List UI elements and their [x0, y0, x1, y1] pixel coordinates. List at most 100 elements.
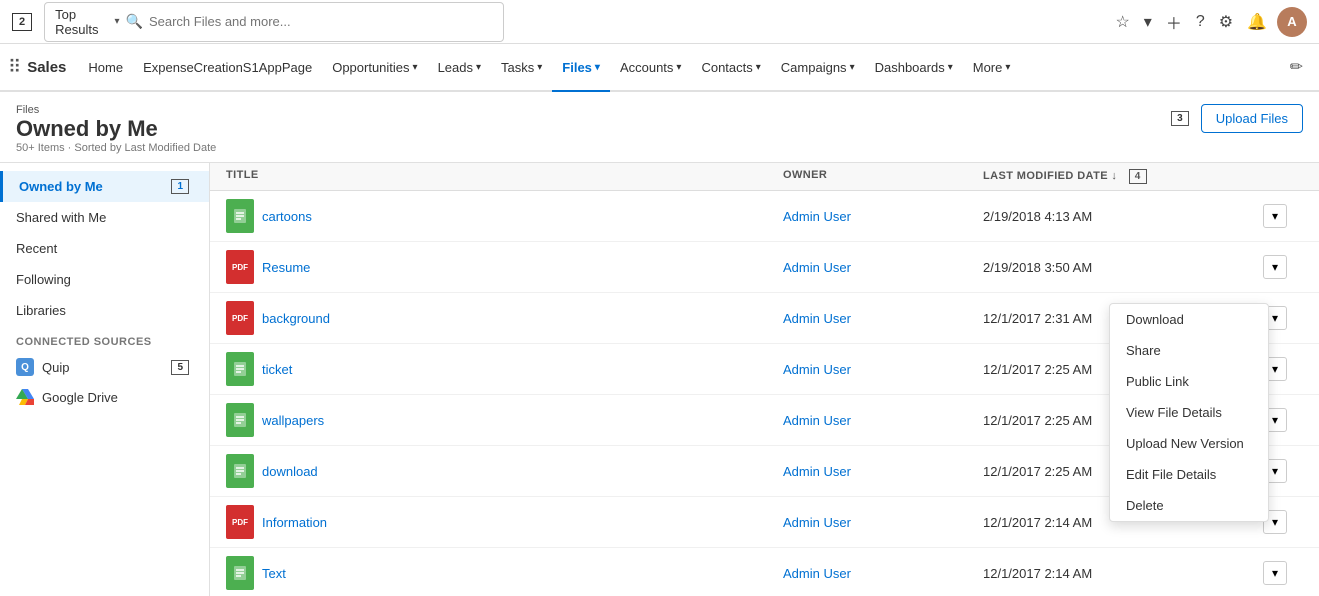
col-title: TITLE — [226, 169, 783, 184]
nav-home[interactable]: Home — [78, 44, 133, 92]
context-menu-item[interactable]: Upload New Version — [1110, 428, 1268, 459]
nav-edit-icon[interactable]: ✏ — [1282, 57, 1311, 77]
col-owner: OWNER — [783, 169, 983, 184]
file-icon: PDF — [226, 301, 254, 335]
sidebar-item-following[interactable]: Following — [0, 264, 209, 295]
step-badge-2: 2 — [12, 13, 32, 31]
page-subtitle: 50+ Items · Sorted by Last Modified Date — [16, 142, 216, 154]
step-badge-3: 3 — [1171, 111, 1189, 126]
file-link[interactable]: download — [262, 464, 318, 479]
context-menu-item[interactable]: View File Details — [1110, 397, 1268, 428]
nav-tasks[interactable]: Tasks ▾ — [491, 44, 552, 92]
favorites-dropdown[interactable]: ▾ — [1140, 8, 1156, 36]
owner-link[interactable]: Admin User — [783, 260, 851, 275]
row-action-cell: ▾ — [1263, 510, 1303, 534]
step-badge-1: 1 — [171, 179, 189, 194]
row-action-cell: ▾ — [1263, 459, 1303, 483]
owner-link[interactable]: Admin User — [783, 515, 851, 530]
sidebar-item-libraries[interactable]: Libraries — [0, 295, 209, 326]
notifications-icon[interactable]: 🔔 — [1243, 8, 1271, 36]
upload-files-button[interactable]: Upload Files — [1201, 104, 1303, 133]
search-input[interactable] — [149, 14, 493, 29]
nav-leads[interactable]: Leads ▾ — [428, 44, 491, 92]
top-results-caret[interactable]: ▾ — [115, 16, 120, 27]
file-link[interactable]: Information — [262, 515, 327, 530]
app-name: Sales — [27, 59, 66, 76]
sidebar-source-gdrive[interactable]: Google Drive — [0, 382, 209, 412]
file-link[interactable]: wallpapers — [262, 413, 324, 428]
owner-cell: Admin User — [783, 515, 983, 530]
file-link[interactable]: Resume — [262, 260, 310, 275]
avatar[interactable]: A — [1277, 7, 1307, 37]
row-action-cell: ▾ — [1263, 561, 1303, 585]
file-link[interactable]: cartoons — [262, 209, 312, 224]
row-action-button[interactable]: ▾ — [1263, 561, 1287, 585]
nav-more[interactable]: More ▾ — [963, 44, 1021, 92]
favorites-icon[interactable]: ☆ — [1111, 8, 1133, 36]
owner-link[interactable]: Admin User — [783, 413, 851, 428]
file-name-cell: Text — [226, 556, 783, 590]
date-cell: 2/19/2018 4:13 AM — [983, 209, 1263, 224]
row-action-cell: ▾ — [1263, 357, 1303, 381]
owner-cell: Admin User — [783, 260, 983, 275]
owner-cell: Admin User — [783, 413, 983, 428]
owner-cell: Admin User — [783, 464, 983, 479]
nav-leads-caret: ▾ — [476, 62, 481, 73]
sort-icon[interactable]: ↓ — [1111, 170, 1117, 182]
row-action-cell: ▾ — [1263, 255, 1303, 279]
owner-link[interactable]: Admin User — [783, 362, 851, 377]
nav-tasks-caret: ▾ — [537, 62, 542, 73]
context-menu-item[interactable]: Download — [1110, 304, 1268, 335]
top-results-label[interactable]: Top Results — [55, 7, 108, 37]
owner-link[interactable]: Admin User — [783, 566, 851, 581]
context-menu-item[interactable]: Public Link — [1110, 366, 1268, 397]
file-name-cell: PDF Resume — [226, 250, 783, 284]
app-launcher-icon[interactable]: ⠿ — [8, 57, 21, 78]
context-menu-item[interactable]: Delete — [1110, 490, 1268, 521]
search-bar: Top Results ▾ 🔍 — [44, 2, 504, 42]
owner-link[interactable]: Admin User — [783, 209, 851, 224]
file-link[interactable]: background — [262, 311, 330, 326]
nav-contacts-caret: ▾ — [756, 62, 761, 73]
context-menu-item[interactable]: Share — [1110, 335, 1268, 366]
nav-accounts[interactable]: Accounts ▾ — [610, 44, 692, 92]
nav-contacts[interactable]: Contacts ▾ — [691, 44, 770, 92]
file-name-cell: wallpapers — [226, 403, 783, 437]
nav-campaigns[interactable]: Campaigns ▾ — [771, 44, 865, 92]
page-header: Files Owned by Me 50+ Items · Sorted by … — [0, 92, 1319, 163]
help-icon[interactable]: ? — [1192, 9, 1209, 35]
settings-icon[interactable]: ⚙ — [1215, 8, 1237, 36]
file-link[interactable]: Text — [262, 566, 286, 581]
file-link[interactable]: ticket — [262, 362, 292, 377]
date-cell: 2/19/2018 3:50 AM — [983, 260, 1263, 275]
owner-link[interactable]: Admin User — [783, 311, 851, 326]
table-row: Text Admin User 12/1/2017 2:14 AM ▾ — [210, 548, 1319, 596]
owner-cell: Admin User — [783, 209, 983, 224]
context-menu-item[interactable]: Edit File Details — [1110, 459, 1268, 490]
step-badge-4: 4 — [1129, 169, 1147, 184]
page-title: Owned by Me — [16, 116, 216, 142]
nav-opportunities[interactable]: Opportunities ▾ — [322, 44, 427, 92]
file-name-cell: PDF background — [226, 301, 783, 335]
sidebar-source-quip[interactable]: Q Quip 5 — [0, 352, 209, 382]
sidebar-item-recent[interactable]: Recent — [0, 233, 209, 264]
nav-expense[interactable]: ExpenseCreationS1AppPage — [133, 44, 322, 92]
nav-files[interactable]: Files ▾ — [552, 44, 610, 92]
breadcrumb: Files — [16, 104, 216, 116]
add-icon[interactable]: ＋ — [1162, 6, 1186, 38]
file-name-cell: ticket — [226, 352, 783, 386]
nav-more-caret: ▾ — [1005, 62, 1010, 73]
row-action-button[interactable]: ▾ — [1263, 204, 1287, 228]
app-icon-group: ⠿ Sales — [8, 57, 66, 78]
sidebar-item-shared-with-me[interactable]: Shared with Me — [0, 202, 209, 233]
nav-files-caret: ▾ — [595, 62, 600, 73]
nav-dashboards[interactable]: Dashboards ▾ — [865, 44, 963, 92]
table-row: cartoons Admin User 2/19/2018 4:13 AM ▾ — [210, 191, 1319, 242]
owner-link[interactable]: Admin User — [783, 464, 851, 479]
sidebar-item-owned-by-me[interactable]: Owned by Me 1 — [0, 171, 209, 202]
row-action-button[interactable]: ▾ — [1263, 255, 1287, 279]
col-date: LAST MODIFIED DATE ↓ 4 — [983, 169, 1263, 184]
row-action-cell: ▾ — [1263, 204, 1303, 228]
top-bar: 2 Top Results ▾ 🔍 ☆ ▾ ＋ ? ⚙ 🔔 A — [0, 0, 1319, 44]
nav-accounts-caret: ▾ — [676, 62, 681, 73]
